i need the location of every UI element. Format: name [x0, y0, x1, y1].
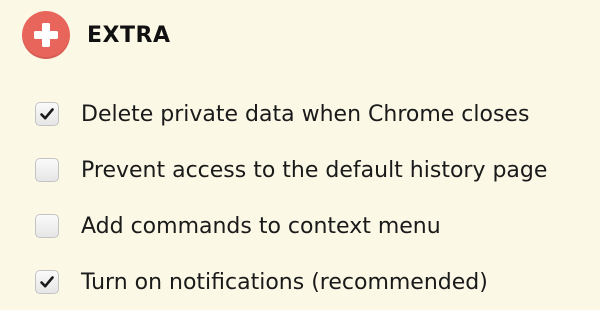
section-title: EXTRA	[87, 22, 171, 48]
option-delete-private-data[interactable]: Delete private data when Chrome closes	[35, 86, 595, 142]
checkbox[interactable]	[35, 270, 59, 294]
option-context-menu-commands[interactable]: Add commands to context menu	[35, 198, 595, 254]
plus-icon	[22, 11, 70, 59]
section-header: EXTRA	[22, 11, 170, 59]
option-label: Prevent access to the default history pa…	[81, 157, 548, 183]
option-label: Turn on notifications (recommended)	[81, 269, 488, 295]
option-list: Delete private data when Chrome closes P…	[35, 86, 595, 310]
option-notifications[interactable]: Turn on notifications (recommended)	[35, 254, 595, 310]
option-prevent-history-access[interactable]: Prevent access to the default history pa…	[35, 142, 595, 198]
option-label: Add commands to context menu	[81, 213, 441, 239]
checkbox[interactable]	[35, 102, 59, 126]
checkmark-icon	[40, 108, 54, 120]
checkbox[interactable]	[35, 214, 59, 238]
option-label: Delete private data when Chrome closes	[81, 101, 530, 127]
checkbox[interactable]	[35, 158, 59, 182]
checkmark-icon	[40, 276, 54, 288]
